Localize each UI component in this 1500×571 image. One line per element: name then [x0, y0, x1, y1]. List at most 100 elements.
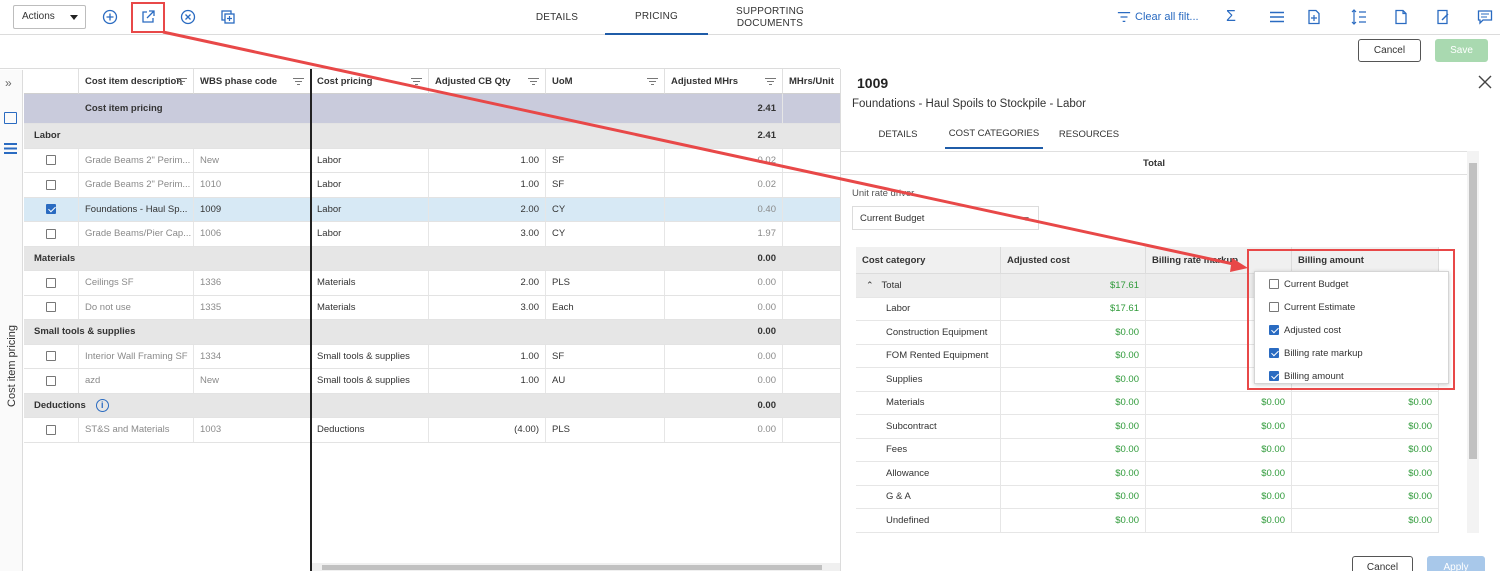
column-filter-icon[interactable] — [176, 78, 187, 86]
header-adjusted-cost[interactable]: Adjusted cost — [1001, 247, 1146, 274]
table-row[interactable]: Foundations - Haul Sp... 1009 Labor 2.00 CY 0… — [24, 197, 840, 222]
row-checkbox[interactable] — [46, 375, 56, 386]
cancel-button[interactable]: Cancel — [1358, 39, 1421, 62]
table-row[interactable]: Grade Beams 2" Perim... New Labor 1.00 SF 0.0… — [24, 148, 840, 173]
document-add-icon[interactable] — [1305, 8, 1323, 26]
actions-dropdown[interactable]: Actions — [13, 5, 86, 29]
header-col-uom[interactable]: UoM — [546, 69, 665, 94]
list-view-icon[interactable] — [4, 142, 17, 155]
adjusted-mhrs: 0.02 — [665, 173, 783, 197]
close-icon[interactable] — [1478, 75, 1492, 89]
scroll-thumb[interactable] — [322, 565, 822, 570]
row-checkbox[interactable] — [46, 155, 56, 166]
column-filter-icon[interactable] — [765, 78, 776, 86]
cancel-circle-icon[interactable] — [179, 8, 197, 26]
wbs-phase-code: 1335 — [194, 295, 311, 319]
panel-tab-details[interactable]: DETAILS — [863, 119, 933, 149]
row-checkbox[interactable] — [46, 351, 56, 362]
row-checkbox-cell[interactable] — [24, 271, 79, 295]
row-checkbox[interactable] — [46, 179, 56, 190]
header-col-pricing[interactable]: Cost pricing — [311, 69, 429, 94]
row-checkbox[interactable] — [46, 302, 56, 313]
table-row[interactable]: Grade Beams/Pier Cap... 1006 Labor 3.00 CY 1.… — [24, 222, 840, 247]
cost-category-name: Construction Equipment — [856, 321, 1001, 344]
document-pencil-icon[interactable] — [1434, 8, 1452, 26]
unit-rate-driver-select[interactable]: Current Budget — [852, 206, 1039, 230]
table-row[interactable]: Do not use 1335 Materials 3.00 Each 0.00 — [24, 295, 840, 320]
tab-pricing[interactable]: PRICING — [605, 0, 708, 35]
column-filter-icon[interactable] — [293, 78, 304, 86]
cost-category-row: Fees $0.00 $0.00 $0.00 — [856, 438, 1439, 462]
row-checkbox-cell[interactable] — [24, 418, 79, 442]
column-filter-icon[interactable] — [647, 78, 658, 86]
column-filter-icon[interactable] — [411, 78, 422, 86]
row-checkbox[interactable] — [46, 228, 56, 239]
table-row[interactable]: azd New Small tools & supplies 1.00 AU 0.00 — [24, 369, 840, 394]
wbs-phase-code: 1009 — [194, 197, 311, 221]
uom: CY — [546, 197, 665, 221]
row-checkbox-cell[interactable] — [24, 197, 79, 221]
edit-external-icon[interactable] — [139, 8, 157, 26]
copy-add-icon[interactable] — [219, 8, 237, 26]
add-circle-icon[interactable] — [101, 8, 119, 26]
cost-item-description: Interior Wall Framing SF — [79, 344, 194, 368]
clear-filters-button[interactable]: Clear all filt... — [1117, 10, 1199, 24]
panel-tab-cost-categories[interactable]: COST CATEGORIES — [945, 119, 1043, 149]
table-row[interactable]: Ceilings SF 1336 Materials 2.00 PLS 0.00 — [24, 271, 840, 296]
tab-supporting-documents[interactable]: SUPPORTING DOCUMENTS — [720, 0, 820, 35]
document-edit-icon[interactable] — [1392, 8, 1410, 26]
cost-category-name: Supplies — [856, 368, 1001, 391]
panel-tab-resources[interactable]: RESOURCES — [1055, 119, 1123, 149]
billing-amount-value: $0.00 — [1292, 391, 1439, 414]
chevron-down-icon — [1023, 217, 1029, 221]
calendar-icon[interactable] — [4, 112, 17, 124]
header-col-desc[interactable]: Cost item description — [79, 69, 194, 94]
billing-amount-value: $0.00 — [1292, 509, 1439, 532]
row-checkbox-cell[interactable] — [24, 148, 79, 172]
info-icon[interactable]: i — [95, 398, 109, 412]
header-col-mhrs-unit[interactable]: MHrs/Unit — [783, 69, 840, 94]
uom: SF — [546, 344, 665, 368]
scroll-thumb[interactable] — [1469, 163, 1477, 459]
header-col-qty[interactable]: Adjusted CB Qty — [429, 69, 546, 94]
cost-category-name: Undefined — [856, 509, 1001, 532]
row-height-icon[interactable] — [1350, 8, 1368, 26]
row-checkbox-cell[interactable] — [24, 344, 79, 368]
panel-title: 1009 — [857, 75, 889, 91]
row-checkbox-cell[interactable] — [24, 173, 79, 197]
table-row[interactable]: ST&S and Materials 1003 Deductions (4.00) PL… — [24, 418, 840, 443]
group-label: Deductions i — [24, 394, 311, 418]
billing-amount-value: $0.00 — [1292, 462, 1439, 485]
cost-category-name: Fees — [856, 438, 1001, 461]
row-checkbox[interactable] — [46, 277, 56, 288]
frozen-column-divider[interactable] — [310, 69, 312, 571]
table-row[interactable]: Grade Beams 2" Perim... 1010 Labor 1.00 SF 0.… — [24, 173, 840, 198]
adjusted-cost-value: $0.00 — [1001, 462, 1146, 485]
row-checkbox[interactable] — [46, 424, 56, 435]
vertical-scrollbar[interactable] — [1467, 151, 1479, 533]
cost-items-grid: Cost item description WBS phase code Cost … — [24, 69, 840, 571]
header-cost-category[interactable]: Cost category — [856, 247, 1001, 274]
cost-category-row: Subcontract $0.00 $0.00 $0.00 — [856, 415, 1439, 439]
row-checkbox-cell[interactable] — [24, 369, 79, 393]
chevron-up-icon[interactable]: ⌃ — [866, 280, 874, 291]
row-checkbox-cell[interactable] — [24, 222, 79, 246]
adjusted-mhrs: 0.00 — [665, 418, 783, 442]
panel-cancel-button[interactable]: Cancel — [1352, 556, 1413, 571]
row-checkbox-cell[interactable] — [24, 295, 79, 319]
uom: SF — [546, 148, 665, 172]
header-col-wbs[interactable]: WBS phase code — [194, 69, 311, 94]
table-row[interactable]: Interior Wall Framing SF 1334 Small tools … — [24, 344, 840, 369]
column-filter-icon[interactable] — [528, 78, 539, 86]
horizontal-scrollbar[interactable] — [312, 563, 840, 571]
expand-icon[interactable]: » — [5, 76, 12, 90]
menu-icon[interactable] — [1268, 8, 1286, 26]
row-checkbox[interactable] — [46, 204, 56, 215]
tab-details[interactable]: DETAILS — [517, 0, 597, 35]
header-col-mhrs[interactable]: Adjusted MHrs — [665, 69, 783, 94]
header-select-column — [24, 69, 79, 94]
apply-button[interactable]: Apply — [1427, 556, 1485, 571]
comment-icon[interactable] — [1476, 8, 1494, 26]
sum-icon[interactable]: Σ — [1222, 8, 1240, 26]
save-button[interactable]: Save — [1435, 39, 1488, 62]
